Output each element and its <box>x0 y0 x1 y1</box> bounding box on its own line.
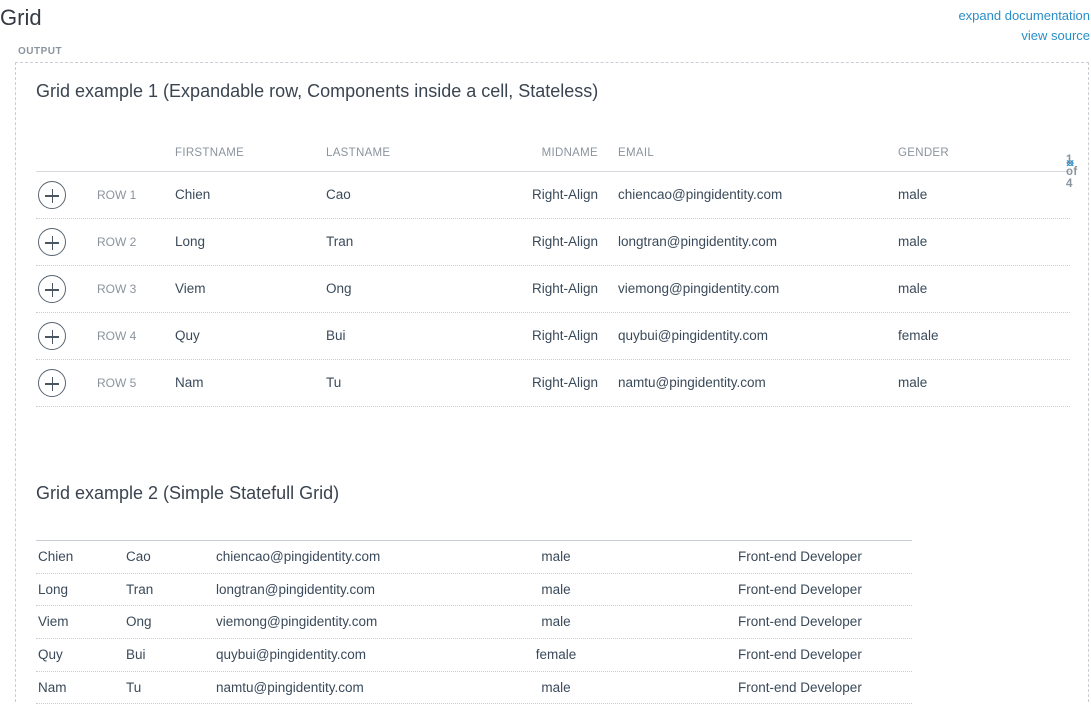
cell-lastname: Ong <box>126 614 152 630</box>
table-row: Chien Cao chiencao@pingidentity.com male… <box>36 541 912 574</box>
cell-job: Front-end Developer <box>738 614 862 630</box>
row-label: ROW 5 <box>97 376 137 390</box>
cell-lastname: Tran <box>326 234 354 249</box>
cell-midname: Right-Align <box>531 328 598 343</box>
grid2-title: Grid example 2 (Simple Statefull Grid) <box>36 483 340 503</box>
expand-row-plus-icon[interactable] <box>38 369 66 397</box>
column-header-lastname[interactable]: LASTNAME <box>326 147 390 159</box>
cell-job: Front-end Developer <box>738 581 862 597</box>
cell-email: namtu@pingidentity.com <box>618 375 766 390</box>
cell-gender: male <box>898 281 928 296</box>
column-header-midname[interactable]: MIDNAME <box>542 147 598 159</box>
table-row: ROW 2 Long Tran Right-Align longtran@pin… <box>36 219 1070 266</box>
grid1-title: Grid example 1 (Expandable row, Componen… <box>36 81 599 101</box>
cell-midname: Right-Align <box>531 281 598 296</box>
cell-lastname: Cao <box>326 187 351 202</box>
expand-documentation-link[interactable]: expand documentation <box>958 6 1090 26</box>
table-row: ROW 3 Viem Ong Right-Align viemong@pingi… <box>36 266 1070 313</box>
cell-lastname: Tu <box>326 375 342 390</box>
cell-email: longtran@pingidentity.com <box>618 234 778 249</box>
column-header-email[interactable]: EMAIL <box>618 147 654 159</box>
cell-firstname: Chien <box>38 549 74 564</box>
cell-gender: male <box>541 614 571 630</box>
cell-lastname: Bui <box>126 647 146 663</box>
expand-row-plus-icon[interactable] <box>38 322 66 350</box>
cell-lastname: Tu <box>126 679 142 695</box>
cell-lastname: Bui <box>326 328 346 343</box>
cell-firstname: Viem <box>175 281 206 296</box>
row-label: ROW 4 <box>97 329 137 343</box>
view-source-link[interactable]: view source <box>958 26 1090 46</box>
cell-email: quybui@pingidentity.com <box>618 328 769 343</box>
expand-row-plus-icon[interactable] <box>38 275 66 303</box>
column-header-firstname[interactable]: FIRSTNAME <box>175 147 244 159</box>
expand-row-plus-icon[interactable] <box>38 181 66 209</box>
column-header-gender[interactable]: GENDER <box>898 147 949 159</box>
cell-email: viemong@pingidentity.com <box>216 614 378 630</box>
cell-firstname: Viem <box>38 614 69 630</box>
cell-gender: male <box>541 581 571 597</box>
table-row: Viem Ong viemong@pingidentity.com male F… <box>36 606 912 640</box>
cell-firstname: Nam <box>175 375 204 390</box>
cell-midname: Right-Align <box>531 187 598 202</box>
cell-midname: Right-Align <box>531 234 598 249</box>
double-chevron-right-icon[interactable]: » <box>1066 154 1075 171</box>
cell-firstname: Chien <box>175 187 211 202</box>
output-panel: Grid example 1 (Expandable row, Componen… <box>15 62 1089 704</box>
table-row: Long Tran longtran@pingidentity.com male… <box>36 574 912 607</box>
cell-gender: female <box>535 647 577 663</box>
cell-job: Front-end Developer <box>738 549 862 564</box>
top-links: expand documentation view source <box>958 6 1090 46</box>
expand-row-plus-icon[interactable] <box>38 228 66 256</box>
table-row: ROW 4 Quy Bui Right-Align quybui@pingide… <box>36 313 1070 360</box>
cell-email: chiencao@pingidentity.com <box>216 549 381 564</box>
cell-midname: Right-Align <box>531 375 598 390</box>
cell-email: viemong@pingidentity.com <box>618 281 780 296</box>
table-row: Quy Bui quybui@pingidentity.com female F… <box>36 639 912 672</box>
cell-lastname: Tran <box>126 581 154 597</box>
row-label: ROW 1 <box>97 188 137 202</box>
cell-lastname: Cao <box>126 549 151 564</box>
cell-gender: female <box>898 328 939 343</box>
cell-firstname: Quy <box>175 328 200 343</box>
cell-email: chiencao@pingidentity.com <box>618 187 783 202</box>
cell-job: Front-end Developer <box>738 679 862 695</box>
cell-gender: male <box>898 234 928 249</box>
grid1: FIRSTNAME LASTNAME MIDNAME EMAIL GENDER … <box>36 139 1077 407</box>
cell-gender: male <box>898 187 928 202</box>
cell-email: longtran@pingidentity.com <box>216 581 376 597</box>
cell-lastname: Ong <box>326 281 352 296</box>
cell-firstname: Nam <box>38 679 67 695</box>
cell-gender: male <box>541 549 571 564</box>
table-row: ROW 5 Nam Tu Right-Align namtu@pingident… <box>36 360 1070 407</box>
cell-email: quybui@pingidentity.com <box>216 647 367 663</box>
grid1-header: FIRSTNAME LASTNAME MIDNAME EMAIL GENDER … <box>36 139 1077 190</box>
cell-firstname: Quy <box>38 647 63 663</box>
cell-job: Front-end Developer <box>738 647 862 663</box>
cell-firstname: Long <box>175 234 206 249</box>
table-row: Nam Tu namtu@pingidentity.com male Front… <box>36 672 912 704</box>
grid2: Chien Cao chiencao@pingidentity.com male… <box>36 540 912 704</box>
row-label: ROW 3 <box>97 282 137 296</box>
cell-email: namtu@pingidentity.com <box>216 679 364 695</box>
row-label: ROW 2 <box>97 235 137 249</box>
table-row: ROW 1 Chien Cao Right-Align chiencao@pin… <box>36 172 1070 219</box>
cell-gender: male <box>541 679 571 695</box>
page-title: Grid <box>0 5 42 30</box>
output-label: OUTPUT <box>18 46 63 57</box>
cell-gender: male <box>898 375 928 390</box>
cell-firstname: Long <box>38 581 69 597</box>
